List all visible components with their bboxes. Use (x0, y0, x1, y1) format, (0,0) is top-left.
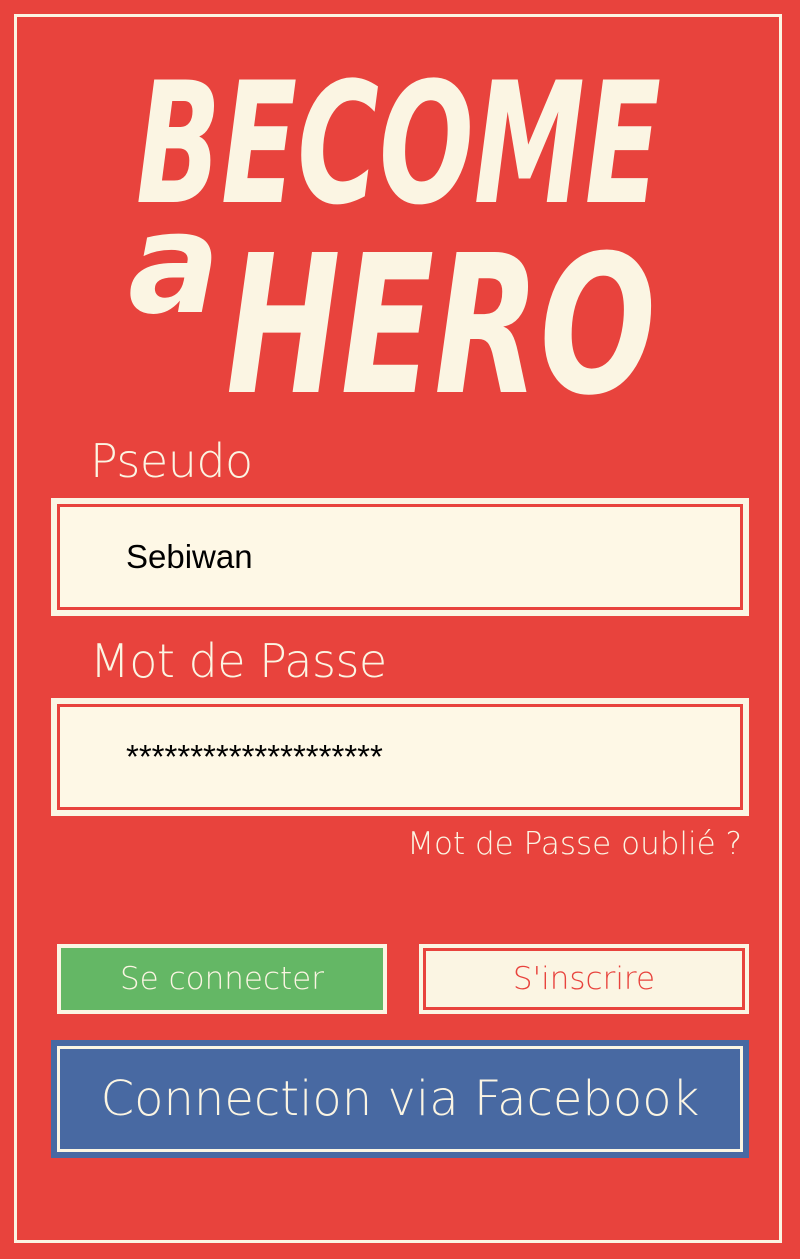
password-input[interactable] (126, 738, 679, 776)
signup-button[interactable]: S'inscrire (419, 944, 749, 1014)
username-field-box (57, 504, 743, 610)
logo-small-a: a (128, 183, 220, 346)
username-input[interactable] (126, 538, 679, 576)
password-field-frame (51, 698, 749, 816)
signup-button-label: S'inscrire (423, 948, 745, 1010)
become-a-hero-logo: BECOME a HERO (128, 60, 673, 400)
facebook-login-label: Connection via Facebook (57, 1046, 743, 1152)
facebook-login-button[interactable]: Connection via Facebook (51, 1040, 749, 1158)
password-field-box (57, 704, 743, 810)
username-label: Pseudo (90, 434, 253, 488)
forgot-password-link[interactable]: Mot de Passe oublié ? (407, 826, 742, 862)
logo-line-2: HERO (226, 215, 656, 400)
login-button-label: Se connecter (61, 948, 383, 1010)
username-field-frame (51, 498, 749, 616)
password-label: Mot de Passe (90, 634, 387, 688)
login-button[interactable]: Se connecter (57, 944, 387, 1014)
